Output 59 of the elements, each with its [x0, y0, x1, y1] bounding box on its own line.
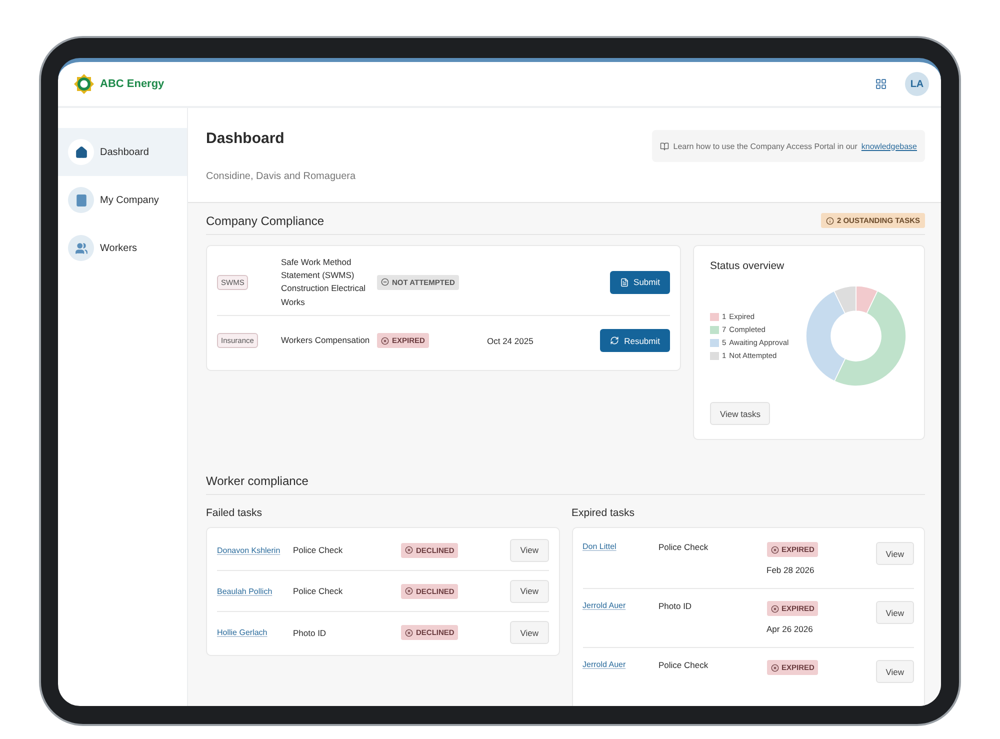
sidebar-item[interactable]: Workers — [58, 224, 187, 272]
x-circle-icon — [770, 664, 778, 672]
task-name: Police Check — [293, 586, 344, 596]
worker-link[interactable]: Jerrold Auer — [582, 660, 658, 669]
user-avatar[interactable]: LA — [905, 72, 929, 96]
x-circle-icon — [405, 587, 413, 595]
view-button[interactable]: View — [510, 621, 548, 644]
expiry-date: Apr 26 2026 — [766, 624, 813, 634]
refresh-icon — [610, 336, 620, 346]
sidebar-item[interactable]: My Company — [58, 176, 187, 224]
section-title: Worker compliance — [206, 474, 308, 488]
subsection-title: Failed tasks — [206, 507, 264, 519]
task-name: Police Check — [658, 542, 710, 552]
worker-link[interactable]: Don Littel — [582, 542, 658, 551]
expiry-date: Feb 28 2026 — [766, 565, 814, 575]
worker-link[interactable]: Donavon Kshlerin — [217, 546, 293, 554]
resubmit-button[interactable]: Resubmit — [600, 329, 670, 352]
people-icon — [68, 235, 94, 261]
page-title: Dashboard — [206, 130, 286, 147]
worker-link[interactable]: Beaulah Pollich — [217, 586, 293, 596]
task-name: Photo ID — [293, 628, 328, 638]
minus-circle-icon — [381, 278, 389, 286]
sidebar-item[interactable]: Dashboard — [58, 128, 187, 176]
x-circle-icon — [405, 546, 413, 554]
document-name: Workers Compensation — [281, 334, 371, 348]
document-name: Safe Work Method Statement (SWMS) Construction Electrical Works — [281, 256, 367, 309]
view-button[interactable]: View — [876, 601, 914, 624]
book-icon — [660, 142, 670, 150]
document-icon — [620, 278, 629, 287]
submit-button[interactable]: Submit — [610, 270, 670, 294]
company-name: Considine, Davis and Romaguera — [206, 171, 356, 182]
section-title: Company Compliance — [206, 214, 324, 228]
task-name: Police Check — [658, 660, 710, 670]
view-button[interactable]: View — [876, 660, 914, 683]
view-button[interactable]: View — [876, 542, 914, 565]
brand-name: ABC Energy — [100, 78, 164, 90]
card-title: Status overview — [710, 260, 786, 272]
sidebar-label: Workers — [100, 242, 138, 254]
task-name: Photo ID — [658, 601, 693, 611]
home-icon — [68, 139, 94, 165]
knowledgebase-link[interactable]: knowledgebase — [861, 142, 917, 150]
x-circle-icon — [770, 546, 778, 554]
worker-link[interactable]: Hollie Gerlach — [217, 628, 293, 637]
view-button[interactable]: View — [510, 580, 548, 602]
sidebar-label: My Company — [100, 194, 159, 206]
sidebar-label: Dashboard — [100, 146, 149, 158]
x-circle-icon — [770, 604, 778, 612]
task-name: Police Check — [293, 545, 344, 555]
x-circle-icon — [405, 628, 413, 636]
worker-link[interactable]: Jerrold Auer — [582, 601, 658, 610]
apps-grid-icon[interactable] — [875, 78, 887, 90]
help-text: Learn how to use the Company Access Portal in our — [673, 142, 858, 150]
expiry-date: Oct 24 2025 — [487, 336, 534, 346]
subsection-title: Expired tasks — [572, 507, 636, 519]
logo-icon — [74, 74, 94, 94]
x-circle-icon — [381, 336, 389, 345]
view-button[interactable]: View — [510, 538, 548, 562]
view-tasks-button[interactable]: View tasks — [710, 402, 770, 425]
info-icon — [826, 216, 834, 224]
